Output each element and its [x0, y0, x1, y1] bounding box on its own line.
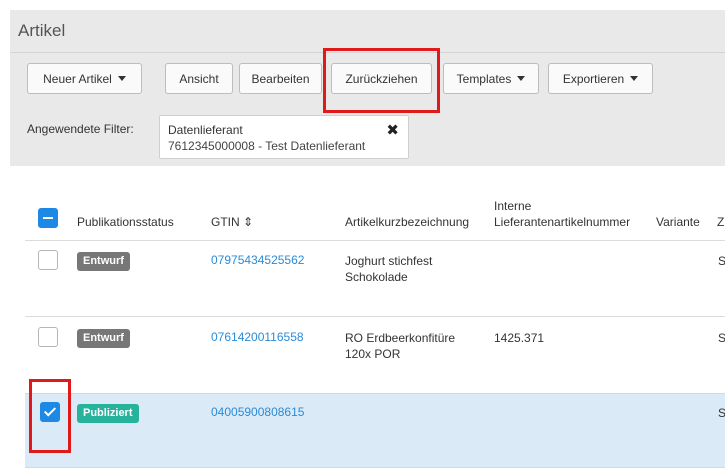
- minus-icon: [43, 217, 53, 219]
- gtin-link[interactable]: 04005900808615: [211, 405, 304, 419]
- view-label: Ansicht: [179, 71, 219, 86]
- new-article-label: Neuer Artikel: [43, 71, 112, 86]
- gtin-link[interactable]: 07614200116558: [211, 330, 304, 344]
- filter-chip: Datenlieferant 7612345000008 - Test Date…: [159, 115, 409, 159]
- filter-chip-name: Datenlieferant: [168, 123, 243, 137]
- status-badge: Entwurf: [77, 252, 130, 271]
- column-header-status[interactable]: Publikationsstatus: [77, 215, 174, 229]
- view-button[interactable]: Ansicht: [165, 63, 233, 94]
- gtin-link[interactable]: 07975434525562: [211, 253, 304, 267]
- column-header-supplier-number[interactable]: Interne Lieferantenartikelnummer: [494, 198, 630, 230]
- select-all-checkbox[interactable]: [38, 208, 58, 228]
- export-button[interactable]: Exportieren: [548, 63, 653, 94]
- cell-next: S: [718, 406, 725, 420]
- divider: [10, 52, 725, 53]
- article-short-name-line1: RO Erdbeerkonfitüre: [345, 331, 456, 345]
- row-divider: [25, 240, 725, 241]
- column-header-variant[interactable]: Variante: [656, 215, 700, 229]
- column-header-supplier-number-line1: Interne: [494, 199, 532, 213]
- withdraw-button[interactable]: Zurückziehen: [331, 63, 432, 94]
- row-checkbox-checked[interactable]: [40, 402, 60, 422]
- edit-label: Bearbeiten: [251, 71, 310, 86]
- column-header-short-name[interactable]: Artikelkurzbezeichnung: [345, 215, 469, 229]
- column-header-supplier-number-line2: Lieferantenartikelnummer: [494, 215, 631, 229]
- status-badge: Entwurf: [77, 329, 130, 348]
- applied-filters-label: Angewendete Filter:: [27, 122, 134, 136]
- supplier-number: 1425.371: [494, 331, 545, 345]
- chevron-down-icon: [117, 76, 126, 81]
- filter-chip-value: 7612345000008 - Test Datenlieferant: [168, 139, 366, 153]
- article-short-name: Joghurt stichfest Schokolade: [345, 253, 432, 285]
- chevron-down-icon: [630, 76, 639, 81]
- new-article-button[interactable]: Neuer Artikel: [27, 63, 142, 94]
- row-checkbox[interactable]: [38, 327, 58, 347]
- page-title: Artikel: [18, 21, 66, 40]
- article-short-name-line1: Joghurt stichfest: [345, 254, 433, 268]
- templates-button[interactable]: Templates: [443, 63, 539, 94]
- column-header-gtin-label: GTIN: [211, 215, 240, 229]
- article-short-name: RO Erdbeerkonfitüre 120x POR: [345, 330, 455, 362]
- article-short-name-line2: 120x POR: [345, 347, 401, 361]
- sort-icon: ⇕: [243, 215, 254, 229]
- withdraw-label: Zurückziehen: [345, 71, 418, 86]
- article-short-name-line2: Schokolade: [345, 270, 408, 284]
- export-label: Exportieren: [562, 71, 625, 86]
- templates-label: Templates: [456, 71, 512, 86]
- check-icon: [43, 404, 57, 417]
- chevron-down-icon: [517, 76, 526, 81]
- edit-button[interactable]: Bearbeiten: [239, 63, 322, 94]
- column-header-gtin[interactable]: GTIN ⇕: [211, 215, 253, 229]
- row-divider: [25, 316, 725, 317]
- column-header-next[interactable]: Z: [717, 215, 724, 229]
- close-icon[interactable]: ✖: [386, 121, 399, 139]
- row-checkbox[interactable]: [38, 250, 58, 270]
- cell-next: S: [718, 254, 725, 268]
- status-badge: Publiziert: [77, 404, 139, 423]
- cell-next: S: [718, 331, 725, 345]
